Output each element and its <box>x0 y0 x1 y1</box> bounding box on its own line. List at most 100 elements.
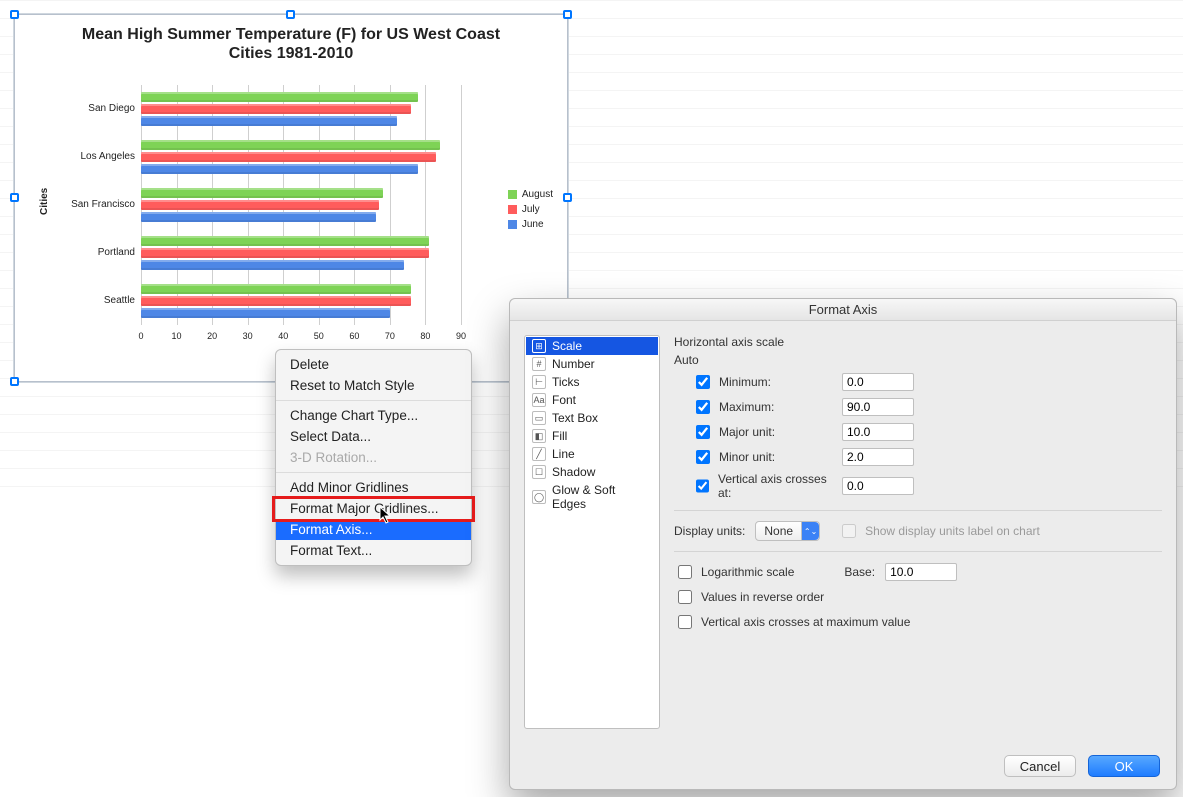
vcross-checkbox[interactable] <box>696 479 709 493</box>
bar[interactable] <box>141 296 411 306</box>
category-label: Number <box>552 357 595 371</box>
cancel-button[interactable]: Cancel <box>1004 755 1076 777</box>
context-menu-item[interactable]: Add Minor Gridlines <box>276 477 471 498</box>
show-display-units-label: Show display units label on chart <box>865 524 1040 538</box>
chart-object[interactable]: Mean High Summer Temperature (F) for US … <box>14 14 568 382</box>
category-label: Ticks <box>552 375 580 389</box>
bar[interactable] <box>141 236 429 246</box>
category-list-item[interactable]: ▭Text Box <box>526 409 658 427</box>
category-list[interactable]: ⊞Scale # Number ⊢ Ticks Aa Font ▭Text Box ◧ Fill ╱… <box>524 335 660 729</box>
x-tick-label: 50 <box>310 331 328 341</box>
context-menu-item[interactable]: Format Major Gridlines... <box>276 498 471 519</box>
context-menu-item: 3-D Rotation... <box>276 447 471 468</box>
major-unit-input[interactable] <box>842 423 914 441</box>
bar[interactable] <box>141 104 411 114</box>
category-label: Fill <box>552 429 567 443</box>
x-tick-label: 20 <box>203 331 221 341</box>
category-label: Line <box>552 447 575 461</box>
bar[interactable] <box>141 140 440 150</box>
vcross-input[interactable] <box>842 477 914 495</box>
resize-handle[interactable] <box>10 193 19 202</box>
y-axis-label[interactable]: Cities <box>39 188 50 215</box>
category-icon: ⊢ <box>532 375 546 389</box>
category-list-item[interactable]: ◯ Glow & Soft Edges <box>526 481 658 513</box>
show-display-units-checkbox[interactable] <box>842 524 856 538</box>
log-scale-checkbox[interactable] <box>678 565 692 579</box>
resize-handle[interactable] <box>10 377 19 386</box>
resize-handle[interactable] <box>563 10 572 19</box>
category-icon: # <box>532 357 546 371</box>
resize-handle[interactable] <box>563 193 572 202</box>
bar[interactable] <box>141 164 418 174</box>
maximum-checkbox[interactable] <box>696 400 710 414</box>
category-list-item[interactable]: ⊞Scale <box>526 337 658 355</box>
ok-button[interactable]: OK <box>1088 755 1160 777</box>
resize-handle[interactable] <box>286 10 295 19</box>
chart-title[interactable]: Mean High Summer Temperature (F) for US … <box>15 15 567 65</box>
display-units-label: Display units: <box>674 524 745 538</box>
category-list-item[interactable]: Aa Font <box>526 391 658 409</box>
category-list-item[interactable]: # Number <box>526 355 658 373</box>
legend-item-label: June <box>522 219 544 230</box>
maximum-label: Maximum: <box>719 400 774 414</box>
category-list-item[interactable]: ☐ Shadow <box>526 463 658 481</box>
x-tick-label: 90 <box>452 331 470 341</box>
category-icon: ⊞ <box>532 339 546 353</box>
category-label: San Francisco <box>61 199 135 210</box>
auto-label: Auto <box>674 353 1162 367</box>
bar[interactable] <box>141 188 383 198</box>
reverse-order-checkbox[interactable] <box>678 590 692 604</box>
legend-swatch-icon <box>508 220 517 229</box>
bar[interactable] <box>141 200 379 210</box>
major-unit-checkbox[interactable] <box>696 425 710 439</box>
vcross-label: Vertical axis crosses at: <box>718 472 832 500</box>
vcross-max-checkbox[interactable] <box>678 615 692 629</box>
category-label: Font <box>552 393 576 407</box>
bar[interactable] <box>141 284 411 294</box>
bar[interactable] <box>141 308 390 318</box>
category-label: Glow & Soft Edges <box>552 483 652 511</box>
minor-unit-input[interactable] <box>842 448 914 466</box>
category-list-item[interactable]: ◧ Fill <box>526 427 658 445</box>
category-list-item[interactable]: ⊢ Ticks <box>526 373 658 391</box>
bar[interactable] <box>141 152 436 162</box>
category-icon: ◯ <box>532 490 546 504</box>
maximum-input[interactable] <box>842 398 914 416</box>
category-list-item[interactable]: ╱Line <box>526 445 658 463</box>
category-icon: ☐ <box>532 465 546 479</box>
category-label: San Diego <box>61 103 135 114</box>
category-icon: Aa <box>532 393 546 407</box>
category-label: Los Angeles <box>61 151 135 162</box>
minimum-checkbox[interactable] <box>696 375 710 389</box>
bar[interactable] <box>141 116 397 126</box>
context-menu: DeleteReset to Match Style Change Chart T… <box>275 349 472 566</box>
plot-area[interactable]: 0102030405060708090San DiegoLos AngelesS… <box>59 85 479 363</box>
minor-unit-label: Minor unit: <box>719 450 775 464</box>
minor-unit-checkbox[interactable] <box>696 450 710 464</box>
context-menu-item[interactable]: Format Text... <box>276 540 471 561</box>
vcross-max-label: Vertical axis crosses at maximum value <box>701 615 910 629</box>
category-label: Text Box <box>552 411 598 425</box>
format-axis-dialog: Format Axis ⊞Scale#Number⊢TicksAaFont▭Te… <box>509 298 1177 790</box>
x-tick-label: 10 <box>168 331 186 341</box>
bar[interactable] <box>141 212 376 222</box>
context-menu-item[interactable]: Select Data... <box>276 426 471 447</box>
context-menu-item[interactable]: Reset to Match Style <box>276 375 471 396</box>
category-icon: ◧ <box>532 429 546 443</box>
x-tick-label: 40 <box>274 331 292 341</box>
base-input[interactable] <box>885 563 957 581</box>
reverse-order-label: Values in reverse order <box>701 590 824 604</box>
legend[interactable]: August July June <box>508 185 553 234</box>
bar[interactable] <box>141 92 418 102</box>
log-scale-label: Logarithmic scale <box>701 565 794 579</box>
category-label: Portland <box>61 247 135 258</box>
context-menu-item[interactable]: Format Axis... <box>276 519 471 540</box>
context-menu-item[interactable]: Change Chart Type... <box>276 405 471 426</box>
display-units-select[interactable]: None ⌃⌄ <box>755 521 820 541</box>
minimum-input[interactable] <box>842 373 914 391</box>
bar[interactable] <box>141 248 429 258</box>
bar[interactable] <box>141 260 404 270</box>
resize-handle[interactable] <box>10 10 19 19</box>
context-menu-item[interactable]: Delete <box>276 354 471 375</box>
category-label: Shadow <box>552 465 595 479</box>
